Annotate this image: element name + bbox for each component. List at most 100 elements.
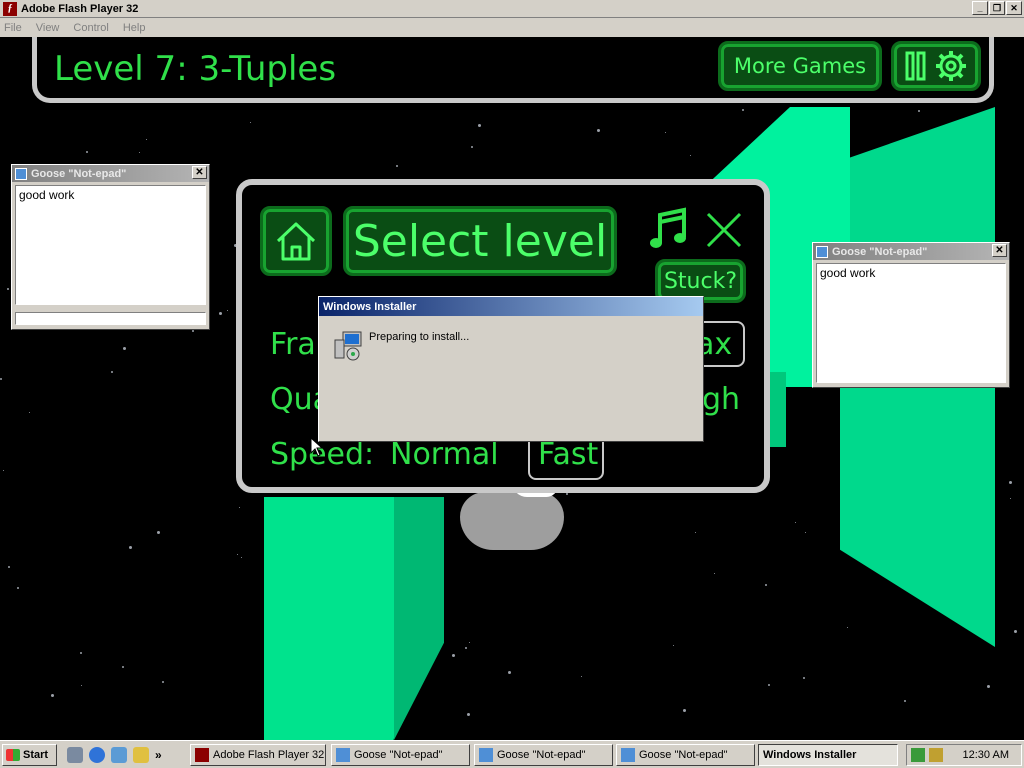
start-button[interactable]: Start	[2, 743, 57, 766]
goose-shadow-blob	[460, 492, 564, 550]
star	[469, 642, 470, 643]
task-label: Goose "Not-epad"	[639, 749, 728, 761]
menu-view[interactable]: View	[36, 22, 60, 34]
windows-logo-icon	[6, 748, 20, 761]
quality-value[interactable]: gh	[702, 382, 740, 417]
taskbar: Start » Adobe Flash Player 32 Goose "Not…	[0, 740, 1024, 768]
star	[241, 557, 242, 558]
home-button[interactable]	[260, 206, 332, 276]
green-slab-bottom-left-side	[394, 497, 444, 740]
mouse-cursor-icon	[310, 437, 322, 457]
menu-control[interactable]: Control	[73, 22, 108, 34]
star	[847, 627, 848, 628]
star	[1010, 498, 1011, 499]
notepad-icon	[15, 167, 27, 180]
star	[795, 522, 796, 523]
star	[8, 566, 10, 568]
star	[1009, 481, 1012, 484]
star	[146, 139, 147, 140]
task-goose-notepad-1[interactable]: Goose "Not-epad"	[331, 744, 470, 766]
network-tray-icon[interactable]	[929, 748, 943, 762]
star	[904, 700, 906, 702]
restore-button[interactable]: ❐	[989, 1, 1005, 15]
star	[918, 110, 920, 112]
star	[508, 671, 511, 674]
star	[742, 109, 744, 111]
start-label: Start	[23, 748, 49, 761]
goose-notepad-window-right[interactable]: Goose "Not-epad" ✕ good work	[812, 242, 1010, 388]
notepad-icon	[816, 245, 828, 258]
speed-fast-option[interactable]: Fast	[538, 437, 598, 472]
notepad-title: Goose "Not-epad"	[31, 167, 127, 180]
star	[803, 677, 805, 679]
notepad-icon	[336, 748, 350, 762]
notepad-text-area[interactable]: good work	[816, 263, 1006, 383]
task-label: Goose "Not-epad"	[497, 749, 586, 761]
task-goose-notepad-3[interactable]: Goose "Not-epad"	[616, 744, 755, 766]
show-desktop-icon[interactable]	[67, 746, 83, 763]
star	[690, 155, 691, 156]
star	[123, 347, 126, 350]
notepad-status-bar	[15, 312, 206, 325]
notepad-icon	[479, 748, 493, 762]
notepad-title: Goose "Not-epad"	[832, 245, 928, 258]
notepad-text-area[interactable]: good work	[15, 185, 206, 305]
star	[157, 531, 160, 534]
speed-normal-option[interactable]: Normal	[390, 437, 499, 472]
select-level-button[interactable]: Select level	[343, 206, 617, 276]
star	[86, 151, 88, 153]
task-windows-installer[interactable]: Windows Installer	[758, 744, 898, 766]
star	[162, 681, 164, 683]
star	[396, 165, 398, 167]
search-icon[interactable]	[133, 746, 149, 763]
close-button[interactable]: ✕	[1006, 1, 1022, 15]
star	[122, 666, 124, 668]
close-x-icon[interactable]	[704, 210, 744, 250]
quick-launch-more[interactable]: »	[155, 748, 162, 762]
star	[0, 378, 2, 380]
installer-computer-icon	[334, 331, 362, 361]
flash-titlebar: ƒ Adobe Flash Player 32 _ ❐ ✕	[0, 0, 1024, 18]
star	[673, 645, 674, 646]
window-title: Adobe Flash Player 32	[21, 2, 139, 15]
notepad-close-button[interactable]: ✕	[192, 166, 207, 179]
star	[129, 546, 132, 549]
star	[987, 685, 990, 688]
music-icon[interactable]	[648, 207, 688, 251]
star	[478, 124, 481, 127]
installer-message: Preparing to install...	[369, 331, 470, 343]
internet-explorer-icon[interactable]	[89, 746, 105, 763]
outlook-express-icon[interactable]	[111, 746, 127, 763]
star	[467, 713, 470, 716]
notepad-titlebar: Goose "Not-epad" ✕	[813, 243, 1009, 260]
star	[237, 554, 238, 555]
task-goose-notepad-2[interactable]: Goose "Not-epad"	[474, 744, 613, 766]
gear-icon	[936, 51, 966, 81]
star	[139, 152, 140, 153]
star	[81, 685, 82, 686]
star	[695, 532, 696, 533]
windows-installer-dialog[interactable]: Windows Installer Preparing to install..…	[318, 296, 704, 442]
star	[765, 584, 767, 586]
notepad-titlebar: Goose "Not-epad" ✕	[12, 165, 209, 182]
system-tray: 12:30 AM	[906, 744, 1022, 766]
minimize-button[interactable]: _	[972, 1, 988, 15]
clock[interactable]: 12:30 AM	[963, 749, 1009, 761]
pause-settings-button[interactable]	[891, 41, 981, 91]
speed-label: Speed:	[270, 437, 375, 472]
more-games-button[interactable]: More Games	[718, 41, 882, 91]
menu-bar: File View Control Help	[0, 18, 1024, 37]
menu-help[interactable]: Help	[123, 22, 146, 34]
star	[566, 493, 568, 495]
star	[683, 709, 686, 712]
menu-file[interactable]: File	[4, 22, 22, 34]
installer-tray-icon[interactable]	[911, 748, 925, 762]
notepad-close-button[interactable]: ✕	[992, 244, 1007, 257]
home-icon	[276, 222, 316, 261]
task-flash-player[interactable]: Adobe Flash Player 32	[190, 744, 326, 766]
star	[111, 371, 113, 373]
flash-icon: ƒ	[3, 1, 17, 16]
goose-notepad-window-left[interactable]: Goose "Not-epad" ✕ good work	[11, 164, 210, 330]
star	[250, 122, 251, 123]
window-controls: _ ❐ ✕	[972, 1, 1022, 15]
